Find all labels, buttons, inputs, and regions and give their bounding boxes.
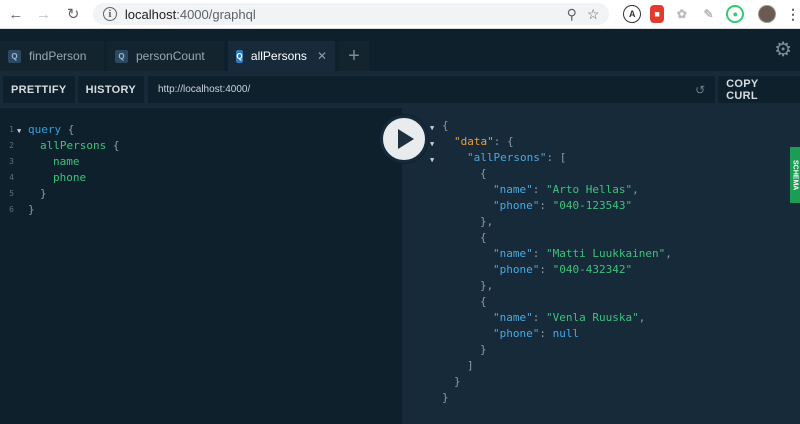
code-line: "allPersons": [ (467, 151, 567, 164)
phone-key: "phone" (493, 199, 540, 212)
gear-icon[interactable]: ⚙ (774, 37, 792, 62)
data-key: "data" (454, 135, 494, 148)
prettify-button[interactable]: PRETTIFY (3, 76, 75, 103)
history-button[interactable]: HISTORY (77, 76, 144, 103)
info-icon[interactable]: i (102, 7, 117, 21)
code-line: "name": "Matti Luukkainen", (493, 247, 672, 260)
code-line: { (480, 231, 487, 244)
code-line: { (442, 119, 449, 132)
name-key: "name" (493, 311, 533, 324)
tab-findperson[interactable]: Q findPerson (0, 41, 104, 71)
editor-toolbar: PRETTIFY HISTORY http://localhost:4000/ … (0, 71, 800, 108)
menu-dots-icon[interactable]: ⋮ (786, 6, 800, 23)
endpoint-url-input[interactable]: http://localhost:4000/ ↺ (147, 76, 716, 103)
tab-label: personCount (136, 49, 205, 63)
fold-arrow-icon[interactable]: ▼ (430, 140, 434, 148)
phone-value: "040-432342" (552, 263, 633, 276)
field-name: name (53, 155, 80, 168)
extension-grey-icon[interactable]: ✿ (673, 5, 691, 23)
zoom-icon[interactable]: ⚲ (567, 6, 577, 23)
query-keyword: query (28, 123, 62, 136)
line-number: 2 (9, 141, 14, 150)
code-line: allPersons { (40, 139, 120, 152)
browser-toolbar: ← → ↻ i localhost:4000/graphql ⚲ ☆ A ■ ✿… (0, 0, 800, 29)
endpoint-url-value: http://localhost:4000/ (157, 84, 251, 95)
name-key: "name" (493, 183, 533, 196)
code-line: "data": { (454, 135, 514, 148)
code-line: "phone": null (493, 327, 580, 340)
extension-red-icon[interactable]: ■ (650, 5, 664, 23)
forward-arrow-icon[interactable]: → (32, 2, 56, 26)
play-icon (398, 129, 414, 149)
code-line: { (480, 295, 487, 308)
fold-arrow-icon[interactable]: ▼ (17, 127, 21, 135)
name-value: "Arto Hellas" (546, 183, 633, 196)
allpersons-key: "allPersons" (467, 151, 547, 164)
phone-value: "040-123543" (552, 199, 633, 212)
line-number: 5 (9, 189, 14, 198)
line-number: 3 (9, 157, 14, 166)
extension-puzzle-icon[interactable]: ✎ (700, 5, 718, 23)
name-value: "Matti Luukkainen" (546, 247, 666, 260)
code-line: } (28, 203, 35, 216)
code-line: "name": "Venla Ruuska", (493, 311, 646, 324)
close-icon[interactable]: ✕ (317, 49, 327, 63)
add-tab-plus-icon[interactable]: + (339, 41, 369, 71)
line-number: 1 (9, 125, 14, 134)
back-arrow-icon[interactable]: ← (4, 2, 28, 26)
tab-label: findPerson (29, 49, 87, 63)
tab-personcount[interactable]: Q personCount (107, 41, 224, 71)
fold-arrow-icon[interactable]: ▼ (430, 156, 434, 164)
phone-value: null (552, 327, 580, 340)
code-line: "phone": "040-432342" (493, 263, 633, 276)
result-viewer: ▼ ▼ ▼ { "data": { "allPersons": [ { "nam… (402, 108, 800, 424)
code-line: } (40, 187, 47, 200)
run-query-button[interactable] (380, 115, 428, 163)
extension-a-icon[interactable]: A (623, 5, 642, 23)
extension-green-icon[interactable]: ● (726, 5, 745, 23)
history-icon[interactable]: ↺ (695, 83, 705, 97)
code-line: ] (467, 359, 474, 372)
code-line: "name": "Arto Hellas", (493, 183, 639, 196)
tab-allpersons[interactable]: Q allPersons ✕ (228, 41, 335, 71)
tab-label: allPersons (250, 49, 307, 63)
fold-arrow-icon[interactable]: ▼ (430, 124, 434, 132)
code-line: "phone": "040-123543" (493, 199, 633, 212)
query-icon: Q (8, 49, 21, 63)
line-number: 4 (9, 173, 14, 182)
url-path: :4000/graphql (176, 6, 256, 22)
copy-curl-button[interactable]: COPY CURL (718, 76, 800, 103)
code-line: }, (480, 279, 494, 292)
code-line: query { (28, 123, 75, 136)
query-icon: Q (115, 49, 128, 63)
code-line: { (480, 167, 487, 180)
avatar[interactable] (758, 5, 777, 23)
query-editor[interactable]: 1 ▼ 2 3 4 5 6 query { allPersons { name … (0, 108, 402, 424)
code-line: } (454, 375, 461, 388)
schema-tab[interactable]: SCHEMA (790, 147, 800, 203)
line-number: 6 (9, 205, 14, 214)
code-line: }, (480, 215, 494, 228)
phone-key: "phone" (493, 263, 540, 276)
root-field: allPersons (40, 139, 107, 152)
phone-key: "phone" (493, 327, 540, 340)
query-icon: Q (236, 49, 243, 63)
code-line: } (480, 343, 487, 356)
name-value: "Venla Ruuska" (546, 311, 639, 324)
field-phone: phone (53, 171, 87, 184)
code-line: } (442, 391, 449, 404)
reload-icon[interactable]: ↻ (61, 2, 85, 26)
name-key: "name" (493, 247, 533, 260)
query-tabs-bar: Q findPerson Q personCount Q allPersons … (0, 29, 800, 71)
address-bar[interactable]: i localhost:4000/graphql ⚲ ☆ (92, 3, 610, 25)
star-icon[interactable]: ☆ (587, 6, 600, 23)
url-host: localhost (124, 6, 177, 22)
